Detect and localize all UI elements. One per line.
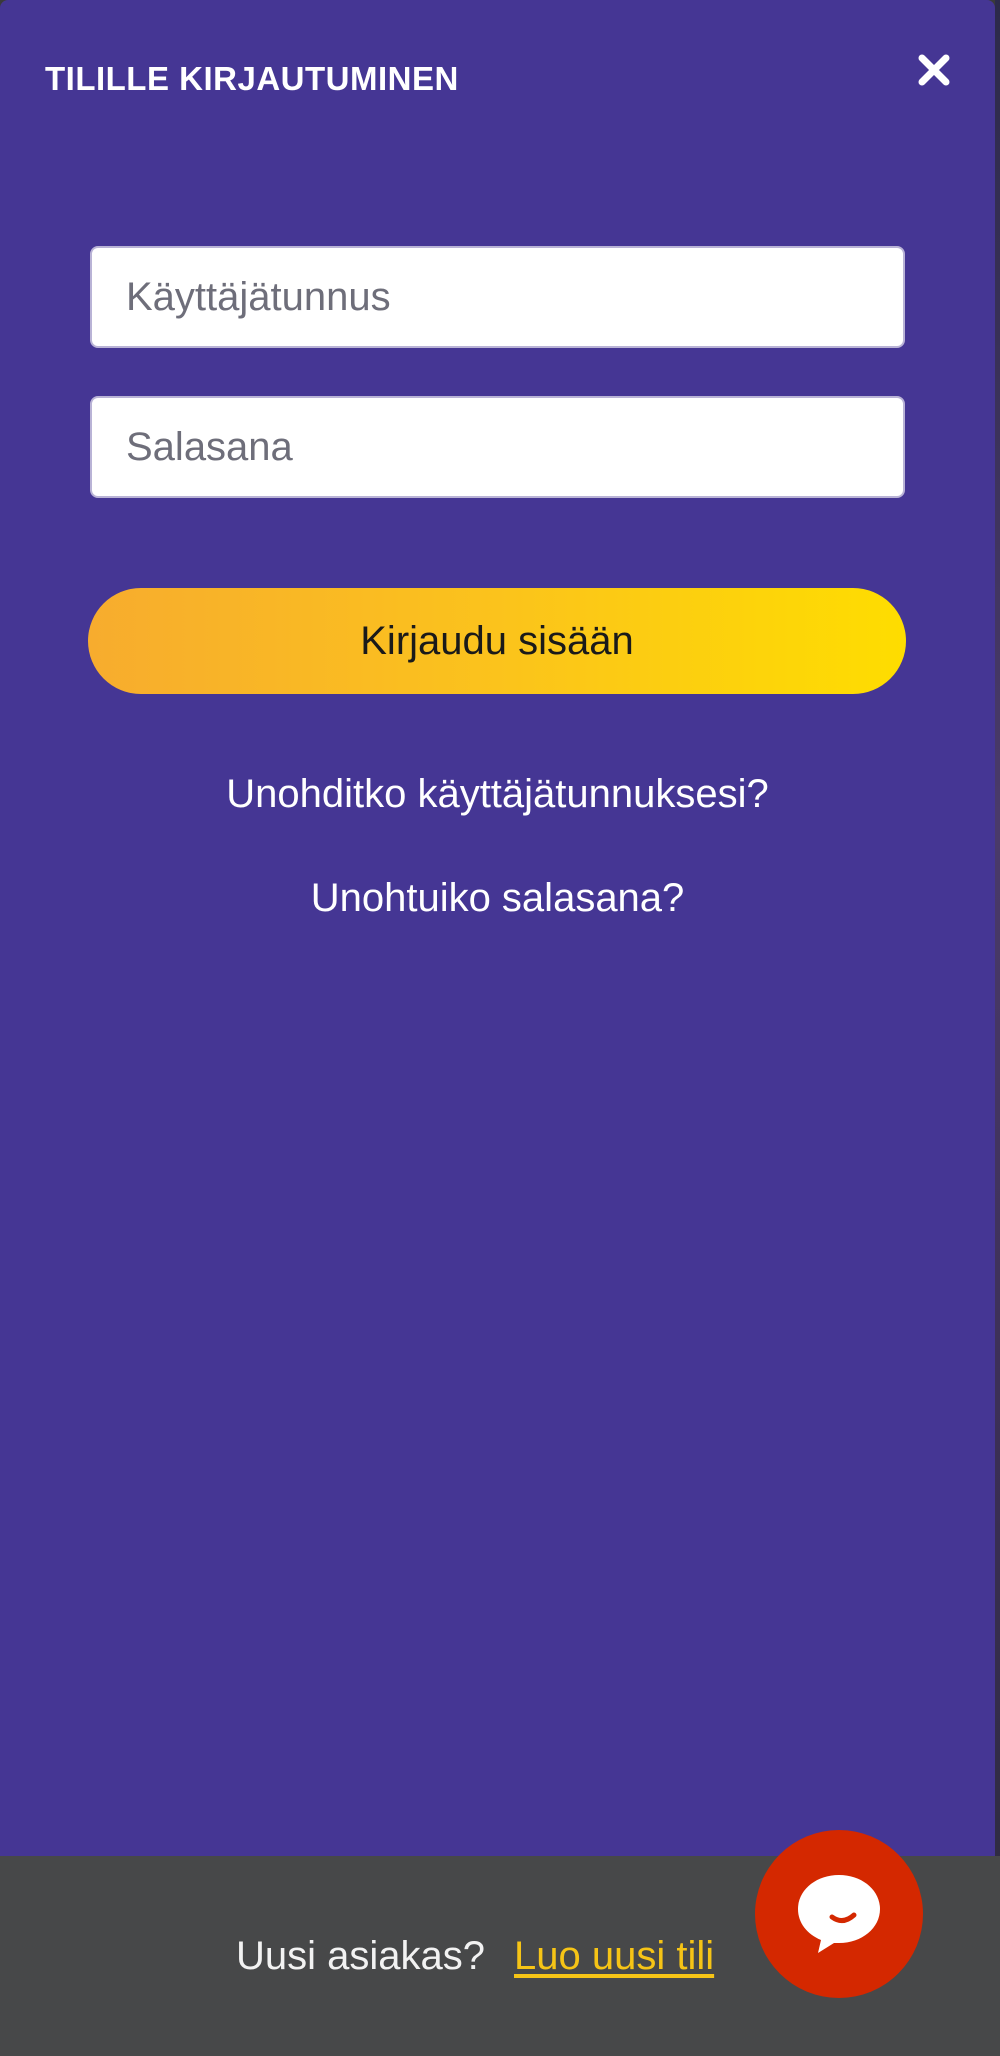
login-panel: TILILLE KIRJAUTUMINEN Kirjaudu sisään Un… [0, 0, 995, 2056]
chat-bubble-icon [798, 1875, 880, 1953]
chat-button[interactable] [755, 1830, 923, 1998]
create-account-link[interactable]: Luo uusi tili [514, 1932, 714, 1980]
new-customer-text: Uusi asiakas? [236, 1934, 486, 1978]
close-icon [918, 54, 950, 86]
panel-title: TILILLE KIRJAUTUMINEN [45, 60, 459, 97]
background-edge [995, 0, 1000, 2056]
username-input[interactable] [90, 246, 905, 348]
close-button[interactable] [908, 44, 960, 96]
login-button[interactable]: Kirjaudu sisään [88, 588, 906, 694]
forgot-username-link[interactable]: Unohditko käyttäjätunnuksesi? [0, 770, 995, 818]
password-input[interactable] [90, 396, 905, 498]
forgot-password-link[interactable]: Unohtuiko salasana? [0, 874, 995, 922]
